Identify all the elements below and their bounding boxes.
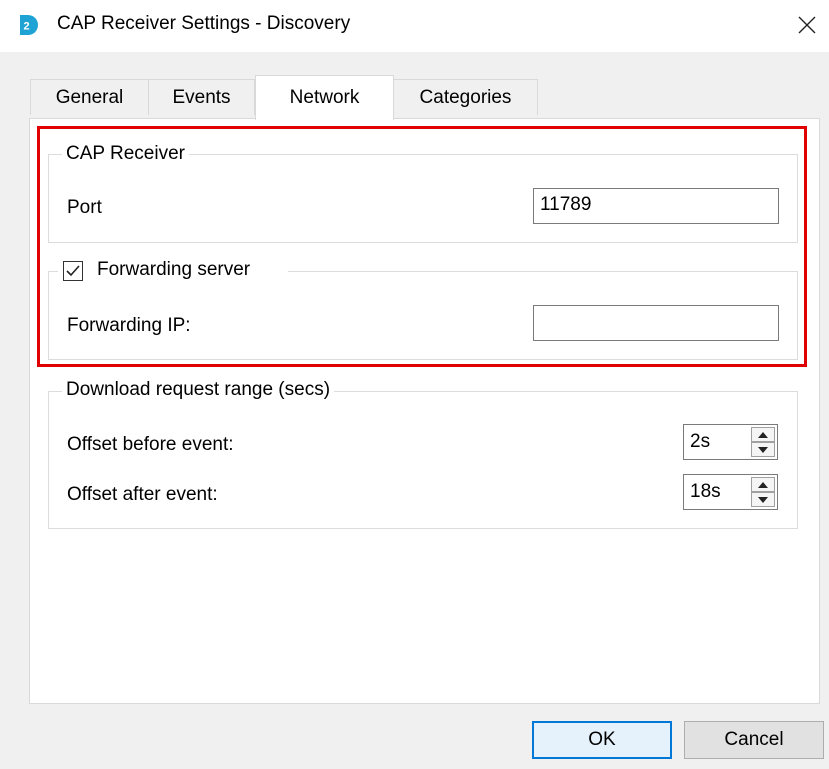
close-icon — [798, 16, 816, 34]
arrow-down-icon — [758, 446, 768, 453]
download-range-group-label: Download request range (secs) — [62, 379, 335, 401]
ok-button[interactable]: OK — [532, 721, 672, 759]
arrow-up-icon — [758, 431, 768, 438]
svg-text:2: 2 — [23, 21, 29, 33]
forwarding-server-label: Forwarding server — [97, 259, 251, 280]
offset-before-label: Offset before event: — [67, 434, 234, 455]
arrow-up-icon — [758, 481, 768, 488]
window-title: CAP Receiver Settings - Discovery — [57, 13, 351, 34]
tab-events[interactable]: Events — [148, 79, 255, 115]
offset-before-value: 2s — [690, 431, 711, 452]
offset-after-up-button[interactable] — [751, 477, 775, 492]
cancel-button[interactable]: Cancel — [684, 721, 824, 759]
offset-after-down-button[interactable] — [751, 492, 775, 507]
close-button[interactable] — [788, 6, 826, 44]
tab-general[interactable]: General — [30, 79, 149, 115]
tab-network[interactable]: Network — [255, 75, 394, 120]
forwarding-server-checkbox[interactable] — [63, 261, 83, 281]
offset-after-spinner[interactable]: 18s — [683, 474, 778, 510]
tab-categories[interactable]: Categories — [393, 79, 538, 115]
arrow-down-icon — [758, 496, 768, 503]
offset-before-down-button[interactable] — [751, 442, 775, 457]
offset-before-spinner[interactable]: 2s — [683, 424, 778, 460]
title-bar: 2 CAP Receiver Settings - Discovery — [0, 0, 829, 52]
port-label: Port — [67, 197, 102, 218]
offset-after-value: 18s — [690, 481, 721, 502]
cap-receiver-group-label: CAP Receiver — [62, 143, 189, 165]
offset-before-up-button[interactable] — [751, 427, 775, 442]
forwarding-ip-label: Forwarding IP: — [67, 315, 191, 336]
checkmark-icon — [66, 265, 80, 277]
app-logo-icon: 2 — [20, 15, 38, 35]
forwarding-ip-input[interactable] — [533, 305, 779, 341]
offset-after-label: Offset after event: — [67, 484, 218, 505]
port-input[interactable]: 11789 — [533, 188, 779, 224]
